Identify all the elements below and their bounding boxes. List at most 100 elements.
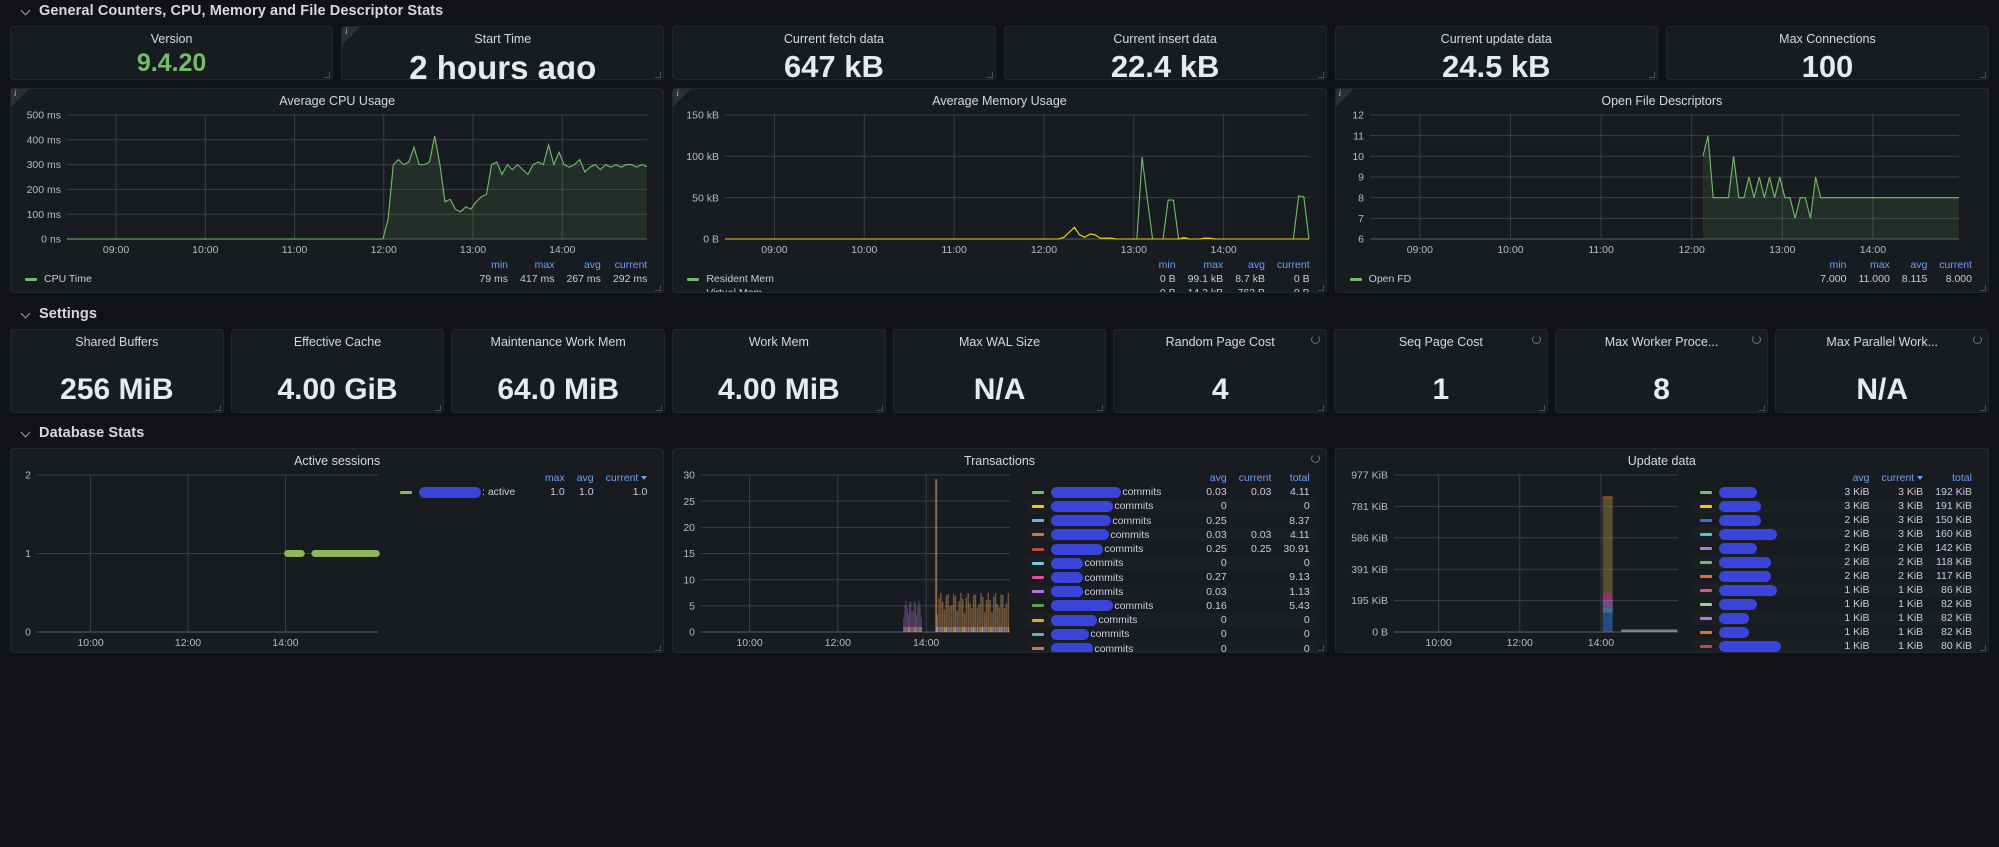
legend-row[interactable]: 1 KiB 1 KiB 80 KiB xyxy=(1693,639,1978,652)
legend-row[interactable]: 2 KiB 3 KiB 150 KiB xyxy=(1694,513,1978,527)
legend-series-label[interactable] xyxy=(1694,597,1839,611)
legend-series-label[interactable] xyxy=(1694,625,1839,639)
setting-panel-shared-buffers[interactable]: Shared Buffers 256 MiB xyxy=(10,329,224,413)
stat-panel-current-insert-data[interactable]: Current insert data 22.4 kB xyxy=(1003,26,1327,80)
stat-panel-version[interactable]: Version 9.4.20 xyxy=(10,26,334,80)
legend-series-label[interactable]: Resident Mem xyxy=(681,272,1152,286)
legend-row[interactable]: commits 0 0 xyxy=(1026,612,1316,628)
legend-header-max[interactable]: max xyxy=(539,472,571,485)
legend-row[interactable]: 1 KiB 1 KiB 86 KiB xyxy=(1693,583,1978,597)
panel-resize-handle[interactable] xyxy=(434,404,442,412)
plot-area-openfd[interactable]: 6 7 8 9 10 11 12 09:00 10:00 11:00 12:00 13:00 14:00 xyxy=(1336,109,1973,259)
plot-area-transactions[interactable]: 0 5 10 15 20 25 30 10:00 12:00 14:00 xyxy=(673,469,1018,652)
legend-row[interactable]: 1 KiB 1 KiB 82 KiB xyxy=(1694,597,1978,611)
row-header-database[interactable]: Database Stats xyxy=(10,422,1989,444)
legend-series-label[interactable]: commits xyxy=(1026,527,1201,542)
legend-header-current[interactable]: current xyxy=(1876,472,1930,485)
legend-row[interactable]: commits 0 0 xyxy=(1026,499,1316,514)
legend-row[interactable]: commits 0.27 9.13 xyxy=(1026,570,1315,584)
legend-series-label[interactable]: commits xyxy=(1026,556,1201,571)
panel-resize-handle[interactable] xyxy=(1538,404,1546,412)
legend-row[interactable]: 1 KiB 1 KiB 82 KiB xyxy=(1693,611,1978,625)
panel-resize-handle[interactable] xyxy=(655,404,663,412)
legend-row[interactable]: 3 KiB 3 KiB 192 KiB xyxy=(1694,485,1978,499)
legend-series-label[interactable]: commits xyxy=(1026,627,1200,641)
legend-row[interactable]: commits 0.25 8.37 xyxy=(1026,513,1315,527)
graph-panel-cpu[interactable]: i Average CPU Usage 0 ns 100 ms 200 ms 300 ms… xyxy=(10,88,665,293)
setting-panel-work-mem[interactable]: Work Mem 4.00 MiB xyxy=(672,329,886,413)
setting-panel-maintenance-work-mem[interactable]: Maintenance Work Mem 64.0 MiB xyxy=(451,329,666,413)
legend-series-label[interactable] xyxy=(1694,569,1839,583)
legend-header-avg[interactable]: avg xyxy=(1896,259,1934,272)
legend-row[interactable]: 2 KiB 2 KiB 117 KiB xyxy=(1694,569,1978,583)
legend-series-label[interactable] xyxy=(1693,555,1839,569)
legend-header-current[interactable]: current xyxy=(600,472,654,485)
legend-series-label[interactable]: commits xyxy=(1026,641,1201,652)
legend-header-avg[interactable]: avg xyxy=(560,259,606,272)
legend-series-label[interactable] xyxy=(1693,611,1839,625)
legend-row[interactable]: commits 0.03 1.13 xyxy=(1026,584,1316,599)
legend-header-current[interactable]: current xyxy=(607,259,653,272)
legend-series-label[interactable] xyxy=(1693,639,1839,652)
plot-area-cpu[interactable]: 0 ns 100 ms 200 ms 300 ms 400 ms 500 ms 09:00 1… xyxy=(11,109,661,259)
legend-row[interactable]: Virtual Mem0 B14.3 kB762 B0 B xyxy=(681,286,1315,292)
legend-header-min[interactable]: min xyxy=(1814,259,1852,272)
legend-row[interactable]: commits 0.16 5.43 xyxy=(1026,599,1315,613)
legend-row[interactable]: Resident Mem 0 B 99.1 kB 8.7 kB 0 B xyxy=(681,272,1315,286)
legend-row[interactable]: 3 KiB 3 KiB 191 KiB xyxy=(1693,499,1978,513)
legend-header-avg[interactable]: avg xyxy=(1200,472,1232,485)
stat-panel-current-fetch-data[interactable]: Current fetch data 647 kB xyxy=(672,26,996,80)
stat-panel-max-connections[interactable]: Max Connections 100 xyxy=(1665,26,1990,80)
legend-series-label[interactable]: commits xyxy=(1026,542,1200,556)
legend-series-label[interactable]: commits xyxy=(1026,612,1201,628)
legend-row[interactable]: Open FD 7.000 11.000 8.115 8.000 xyxy=(1344,272,1978,286)
graph-panel-memory[interactable]: i Average Memory Usage 0 B 50 kB 100 kB 150 k… xyxy=(672,88,1327,293)
legend-header-current[interactable]: current xyxy=(1271,259,1316,272)
legend-series-label[interactable] xyxy=(1694,513,1839,527)
setting-panel-effective-cache[interactable]: Effective Cache 4.00 GiB xyxy=(230,329,445,413)
stat-panel-current-update-data[interactable]: Current update data 24.5 kB xyxy=(1334,26,1658,80)
plot-area-update_data[interactable]: 0 B 195 KiB 391 KiB 586 KiB 781 KiB 977 KiB 10… xyxy=(1336,469,1686,652)
legend-series-label[interactable] xyxy=(1694,485,1839,499)
legend-header-min[interactable]: min xyxy=(1153,259,1182,272)
legend-header-max[interactable]: max xyxy=(514,259,560,272)
plot-area-memory[interactable]: 0 B 50 kB 100 kB 150 kB 09:00 10:00 11:00 12:00… xyxy=(673,109,1323,259)
graph-panel-update_data[interactable]: Update data 0 B 195 KiB 391 KiB 586 KiB 781 K… xyxy=(1334,448,1989,653)
stat-panel-start-time[interactable]: i Start Time 2 hours ago xyxy=(341,26,665,80)
panel-resize-handle[interactable] xyxy=(1317,404,1325,412)
legend-series-label[interactable]: commits xyxy=(1026,499,1201,514)
legend-header-max[interactable]: max xyxy=(1852,259,1895,272)
legend-series-label[interactable]: : active xyxy=(394,485,539,499)
info-icon[interactable]: i xyxy=(676,89,679,98)
legend-header-max[interactable]: max xyxy=(1182,259,1230,272)
panel-resize-handle[interactable] xyxy=(876,404,884,412)
legend-series-label[interactable] xyxy=(1693,499,1839,513)
setting-panel-max-parallel-work[interactable]: Max Parallel Work... N/A xyxy=(1775,329,1990,413)
setting-panel-max-wal-size[interactable]: Max WAL Size N/A xyxy=(892,329,1107,413)
legend-series-label[interactable]: Virtual Mem xyxy=(681,286,1152,292)
row-header-general[interactable]: General Counters, CPU, Memory and File D… xyxy=(10,0,1989,22)
legend-header-current[interactable]: current xyxy=(1933,259,1978,272)
legend-series-label[interactable]: commits xyxy=(1026,513,1200,527)
info-icon[interactable]: i xyxy=(14,89,17,98)
row-header-settings[interactable]: Settings xyxy=(10,303,1989,325)
legend-series-label[interactable] xyxy=(1693,527,1839,541)
legend-header-min[interactable]: min xyxy=(473,259,514,272)
legend-header-total[interactable]: total xyxy=(1277,472,1315,485)
legend-row[interactable]: 2 KiB 2 KiB 142 KiB xyxy=(1694,541,1978,555)
legend-series-label[interactable]: Open FD xyxy=(1344,272,1815,286)
legend-series-label[interactable] xyxy=(1694,541,1839,555)
legend-row[interactable]: 2 KiB 2 KiB 118 KiB xyxy=(1693,555,1978,569)
legend-row[interactable]: 2 KiB 3 KiB 160 KiB xyxy=(1693,527,1978,541)
legend-row[interactable]: CPU Time 79 ms 417 ms 267 ms 292 ms xyxy=(19,272,653,286)
legend-header-current[interactable]: current xyxy=(1233,472,1278,485)
legend-series-label[interactable]: commits xyxy=(1026,599,1200,613)
legend-series-label[interactable]: commits xyxy=(1026,570,1200,584)
legend-header-avg[interactable]: avg xyxy=(571,472,600,485)
legend-row[interactable]: commits 0 0 xyxy=(1026,627,1315,641)
legend-row[interactable]: commits 0.03 0.03 4.11 xyxy=(1026,485,1315,499)
legend-row[interactable]: commits 0 0 xyxy=(1026,641,1316,652)
legend-row[interactable]: commits 0.25 0.25 30.91 xyxy=(1026,542,1315,556)
legend-row[interactable]: commits 0.03 0.03 4.11 xyxy=(1026,527,1316,542)
panel-resize-handle[interactable] xyxy=(1979,404,1987,412)
